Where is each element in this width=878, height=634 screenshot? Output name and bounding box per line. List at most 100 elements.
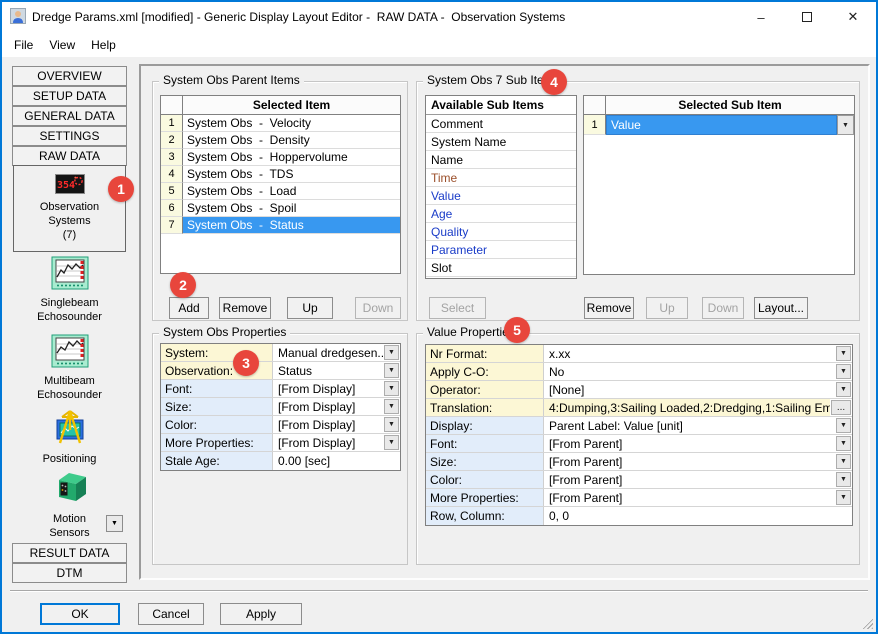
property-value[interactable]: 4:Dumping,3:Sailing Loaded,2:Dredging,1:…: [544, 399, 830, 416]
sidebar-item-observation-systems[interactable]: 354 Observation Systems (7): [13, 165, 126, 252]
group-value-properties: Value Properties Nr Format:x.xx▼ Apply C…: [416, 333, 860, 565]
chevron-down-icon[interactable]: ▼: [384, 417, 399, 432]
list-item[interactable]: Parameter: [426, 241, 576, 259]
property-value[interactable]: [From Display]: [273, 398, 383, 415]
close-button[interactable]: ✕: [830, 2, 876, 32]
table-row[interactable]: 4System Obs - TDS: [161, 166, 400, 183]
property-label: Color:: [426, 471, 544, 488]
table-row[interactable]: 6System Obs - Spoil: [161, 200, 400, 217]
table-row[interactable]: 2System Obs - Density: [161, 132, 400, 149]
property-value[interactable]: x.xx: [544, 345, 835, 362]
ok-button[interactable]: OK: [40, 603, 120, 625]
table-header: Selected Item: [161, 96, 400, 115]
sub-item-combobox[interactable]: Value: [606, 115, 837, 135]
chevron-down-icon[interactable]: ▼: [836, 346, 851, 361]
property-value[interactable]: 0, 0: [544, 507, 852, 525]
list-item[interactable]: Time: [426, 169, 576, 187]
property-value[interactable]: [From Parent]: [544, 453, 835, 470]
property-label: Apply C-O:: [426, 363, 544, 380]
chevron-down-icon[interactable]: ▼: [836, 418, 851, 433]
property-value[interactable]: [None]: [544, 381, 835, 398]
resize-grip[interactable]: [860, 616, 873, 629]
property-value[interactable]: Status: [273, 362, 383, 379]
property-value[interactable]: [From Display]: [273, 434, 383, 451]
chevron-down-icon[interactable]: ▼: [384, 435, 399, 450]
sidebar-item-general-data[interactable]: GENERAL DATA: [12, 106, 127, 126]
chevron-down-icon[interactable]: ▼: [836, 454, 851, 469]
list-item[interactable]: Name: [426, 151, 576, 169]
group-title: System Obs Parent Items: [159, 73, 304, 87]
table-row[interactable]: 5System Obs - Load: [161, 183, 400, 200]
button-label: OK: [71, 607, 88, 621]
table-row[interactable]: 3System Obs - Hoppervolume: [161, 149, 400, 166]
cancel-button[interactable]: Cancel: [138, 603, 204, 625]
row-label: System Obs - TDS: [183, 166, 400, 183]
property-value[interactable]: [From Parent]: [544, 471, 835, 488]
menu-help[interactable]: Help: [83, 35, 124, 55]
chevron-down-icon[interactable]: ▼: [384, 399, 399, 414]
property-value[interactable]: [From Display]: [273, 416, 383, 433]
sidebar-more-button[interactable]: ▼: [106, 515, 123, 532]
sidebar-item-dtm[interactable]: DTM: [12, 563, 127, 583]
row-label: System Obs - Density: [183, 132, 400, 149]
property-value[interactable]: [From Parent]: [544, 489, 835, 506]
apply-button[interactable]: Apply: [220, 603, 302, 625]
sidebar-item-positioning[interactable]: Positioning: [13, 408, 126, 466]
chevron-down-icon[interactable]: ▼: [836, 436, 851, 451]
menu-file[interactable]: File: [6, 35, 41, 55]
positioning-icon: [50, 408, 90, 449]
list-item[interactable]: Quality: [426, 223, 576, 241]
table-row-selected[interactable]: 7System Obs - Status: [161, 217, 400, 234]
property-value[interactable]: [From Display]: [273, 380, 383, 397]
list-item[interactable]: System Name: [426, 133, 576, 151]
sidebar-item-raw-data[interactable]: RAW DATA: [12, 146, 127, 166]
menu-view[interactable]: View: [41, 35, 83, 55]
list-item[interactable]: Age: [426, 205, 576, 223]
chevron-down-icon[interactable]: ▼: [384, 345, 399, 360]
select-button[interactable]: Select: [429, 297, 486, 319]
item-label: System Name: [431, 135, 506, 149]
chevron-down-icon[interactable]: ▼: [837, 115, 854, 135]
sidebar-item-result-data[interactable]: RESULT DATA: [12, 543, 127, 563]
sidebar-item-multibeam-echosounder[interactable]: Multibeam Echosounder: [13, 334, 126, 406]
group-obs-properties: System Obs Properties System:Manual dred…: [152, 333, 408, 565]
tool-label: Multibeam Echosounder: [37, 374, 102, 402]
up-sub-button[interactable]: Up: [646, 297, 688, 319]
sidebar-item-overview[interactable]: OVERVIEW: [12, 66, 127, 86]
header-label: Selected Sub Item: [606, 96, 854, 114]
chevron-down-icon[interactable]: ▼: [836, 490, 851, 505]
sidebar-item-singlebeam-echosounder[interactable]: Singlebeam Echosounder: [13, 256, 126, 328]
button-label: Down: [708, 301, 739, 315]
sidebar-item-setup-data[interactable]: SETUP DATA: [12, 86, 127, 106]
add-button[interactable]: Add: [169, 297, 209, 319]
down-sub-button[interactable]: Down: [702, 297, 744, 319]
list-item[interactable]: Slot: [426, 259, 576, 277]
chevron-down-icon[interactable]: ▼: [384, 381, 399, 396]
layout-button[interactable]: Layout...: [754, 297, 808, 319]
table-row-selected[interactable]: 1 Value ▼: [584, 115, 854, 135]
chevron-down-icon[interactable]: ▼: [836, 364, 851, 379]
property-row: Nr Format:x.xx▼: [426, 345, 852, 363]
down-button[interactable]: Down: [355, 297, 401, 319]
property-label: Size:: [161, 398, 273, 415]
list-item[interactable]: Value: [426, 187, 576, 205]
up-button[interactable]: Up: [287, 297, 333, 319]
sidebar-item-settings[interactable]: SETTINGS: [12, 126, 127, 146]
remove-button[interactable]: Remove: [219, 297, 271, 319]
property-value[interactable]: No: [544, 363, 835, 380]
table-row[interactable]: 1System Obs - Velocity: [161, 115, 400, 132]
property-label: Display:: [426, 417, 544, 434]
chevron-down-icon[interactable]: ▼: [836, 382, 851, 397]
list-item[interactable]: Comment: [426, 115, 576, 133]
ellipsis-button[interactable]: ...: [831, 400, 851, 415]
remove-sub-button[interactable]: Remove: [584, 297, 634, 319]
chevron-down-icon[interactable]: ▼: [836, 472, 851, 487]
property-value[interactable]: [From Parent]: [544, 435, 835, 452]
maximize-button[interactable]: [784, 2, 830, 32]
property-value[interactable]: 0.00 [sec]: [273, 452, 400, 470]
minimize-button[interactable]: –: [738, 2, 784, 32]
selected-sub-items-table: Selected Sub Item 1 Value ▼: [583, 95, 855, 275]
property-value[interactable]: Manual dredgesen...: [273, 344, 383, 361]
chevron-down-icon[interactable]: ▼: [384, 363, 399, 378]
property-value[interactable]: Parent Label: Value [unit]: [544, 417, 835, 434]
